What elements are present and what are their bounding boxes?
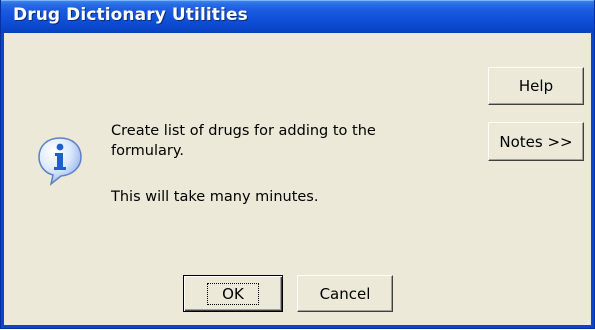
help-button-label: Help — [518, 77, 554, 95]
title-bar[interactable]: Drug Dictionary Utilities — [1, 0, 594, 33]
information-icon — [37, 136, 83, 186]
ok-button-label: OK — [207, 282, 259, 305]
message-text-secondary: This will take many minutes. — [111, 189, 319, 205]
notes-button[interactable]: Notes >> — [488, 122, 584, 161]
dialog-window: Drug Dictionary Utilities Create list of… — [0, 0, 595, 329]
window-title: Drug Dictionary Utilities — [13, 5, 248, 25]
ok-button[interactable]: OK — [183, 275, 283, 312]
message-text-primary: Create list of drugs for adding to the f… — [111, 123, 376, 159]
notes-button-label: Notes >> — [499, 132, 573, 151]
help-button[interactable]: Help — [488, 67, 584, 105]
cancel-button-label: Cancel — [319, 284, 371, 303]
cancel-button[interactable]: Cancel — [297, 275, 393, 312]
